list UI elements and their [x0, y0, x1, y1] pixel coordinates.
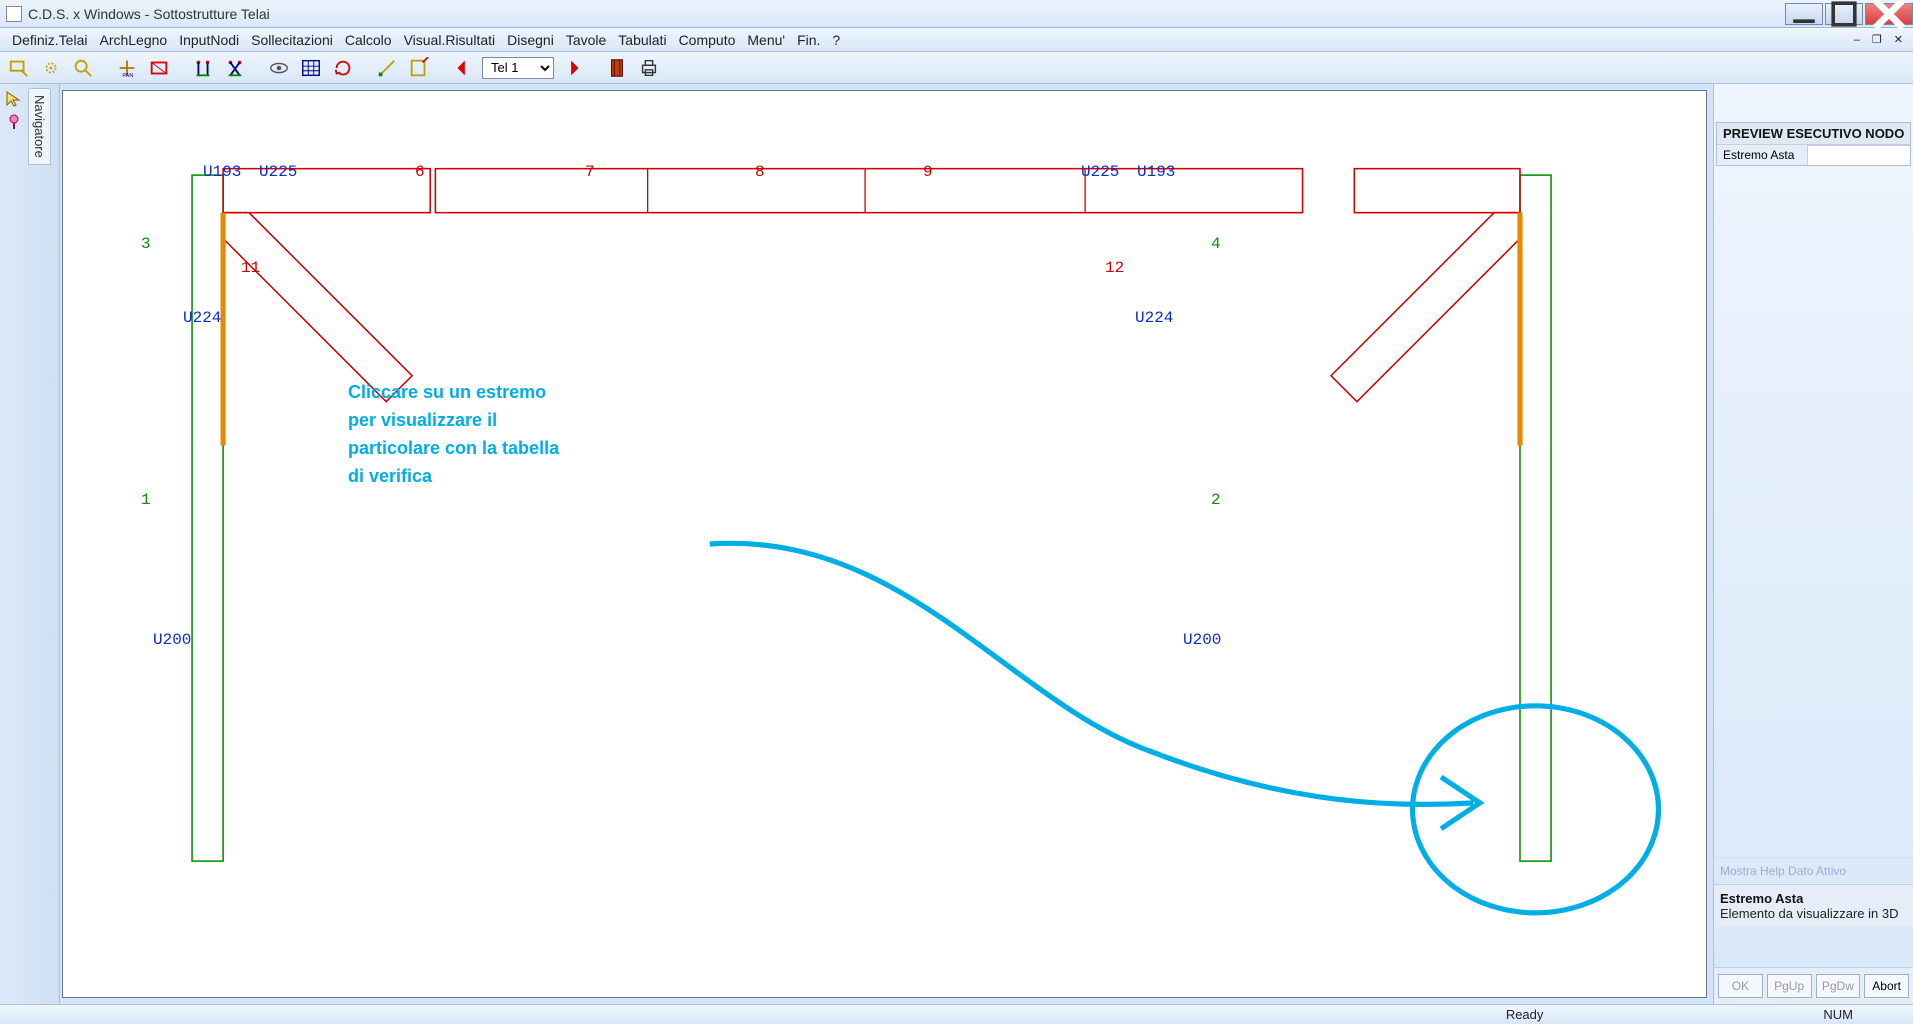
- u193-right: U193: [1137, 163, 1175, 181]
- titlebar: C.D.S. x Windows - Sottostrutture Telai: [0, 0, 1913, 28]
- menu-archlegno[interactable]: ArchLegno: [93, 30, 173, 50]
- zoom-extents-icon[interactable]: [38, 55, 64, 81]
- zoom-prev-icon[interactable]: [70, 55, 96, 81]
- annotation-text: Cliccare su un estremo per visualizzare …: [348, 379, 559, 491]
- window-title: C.D.S. x Windows - Sottostrutture Telai: [28, 6, 270, 22]
- beam-7: 7: [585, 163, 595, 181]
- menu-definiz-telai[interactable]: Definiz.Telai: [6, 30, 93, 50]
- u224-left: U224: [183, 309, 221, 327]
- member-icon[interactable]: [604, 55, 630, 81]
- frame-selector[interactable]: Tel 1: [482, 57, 554, 79]
- prev-arrow-icon[interactable]: [450, 55, 476, 81]
- right-panel: PREVIEW ESECUTIVO NODO Estremo Asta Most…: [1713, 84, 1913, 1004]
- eye-icon[interactable]: [266, 55, 292, 81]
- menu-sollecitazioni[interactable]: Sollecitazioni: [245, 30, 339, 50]
- u193-left: U193: [203, 163, 241, 181]
- u200-right: U200: [1183, 631, 1221, 649]
- annotation-svg: [63, 91, 1706, 997]
- app-icon: [6, 6, 22, 22]
- mdi-restore[interactable]: ❐: [1868, 32, 1886, 47]
- abort-button[interactable]: Abort: [1864, 974, 1909, 998]
- maximize-button[interactable]: [1825, 3, 1863, 25]
- menu-inputnodi[interactable]: InputNodi: [173, 30, 245, 50]
- edit2-icon[interactable]: [406, 55, 432, 81]
- u225-right: U225: [1081, 163, 1119, 181]
- menu-tavole[interactable]: Tavole: [560, 30, 612, 50]
- node-4: 4: [1211, 235, 1221, 253]
- mdi-minimize[interactable]: –: [1850, 33, 1864, 47]
- struct1-icon[interactable]: [190, 55, 216, 81]
- menubar: Definiz.Telai ArchLegno InputNodi Sollec…: [0, 28, 1913, 52]
- menu-fin[interactable]: Fin.: [791, 30, 826, 50]
- help-ghost: Mostra Help Dato Attivo: [1714, 857, 1913, 884]
- svg-text:PAN: PAN: [122, 73, 133, 79]
- info-desc: Elemento da visualizzare in 3D: [1720, 906, 1907, 921]
- struct2-icon[interactable]: [222, 55, 248, 81]
- info-title: Estremo Asta: [1720, 891, 1907, 906]
- left-strip: Navigatore: [0, 84, 60, 1004]
- info-box: Estremo Asta Elemento da visualizzare in…: [1714, 884, 1913, 927]
- frame-icon[interactable]: [146, 55, 172, 81]
- cursor-icon[interactable]: [4, 90, 24, 108]
- menu-computo[interactable]: Computo: [673, 30, 742, 50]
- minimize-button[interactable]: [1785, 3, 1823, 25]
- edit1-icon[interactable]: [374, 55, 400, 81]
- close-button[interactable]: [1865, 3, 1913, 25]
- node-1: 1: [141, 491, 151, 509]
- field-label: Estremo Asta: [1717, 145, 1807, 165]
- status-ready: Ready: [1466, 1007, 1584, 1022]
- u224-right: U224: [1135, 309, 1173, 327]
- brace-12: 12: [1105, 259, 1124, 277]
- preview-title: PREVIEW ESECUTIVO NODO: [1717, 123, 1910, 145]
- refresh-icon[interactable]: [330, 55, 356, 81]
- menu-tabulati[interactable]: Tabulati: [612, 30, 672, 50]
- field-value[interactable]: [1807, 145, 1910, 165]
- preview-header: PREVIEW ESECUTIVO NODO Estremo Asta: [1716, 122, 1911, 166]
- u225-left: U225: [259, 163, 297, 181]
- beam-8: 8: [755, 163, 765, 181]
- beam-6: 6: [415, 163, 425, 181]
- pin-icon[interactable]: [4, 112, 24, 130]
- menu-calcolo[interactable]: Calcolo: [339, 30, 398, 50]
- menu-visual-risultati[interactable]: Visual.Risultati: [398, 30, 502, 50]
- brace-11: 11: [241, 259, 260, 277]
- pgup-button[interactable]: PgUp: [1767, 974, 1812, 998]
- beam-9: 9: [923, 163, 933, 181]
- print-icon[interactable]: [636, 55, 662, 81]
- u200-left: U200: [153, 631, 191, 649]
- node-3: 3: [141, 235, 151, 253]
- statusbar: Ready NUM: [0, 1004, 1913, 1024]
- status-num: NUM: [1783, 1007, 1893, 1022]
- table-icon[interactable]: [298, 55, 324, 81]
- next-arrow-icon[interactable]: [560, 55, 586, 81]
- menu-disegni[interactable]: Disegni: [501, 30, 560, 50]
- navigator-tab[interactable]: Navigatore: [28, 88, 51, 165]
- menu-help[interactable]: ?: [826, 30, 846, 50]
- ok-button[interactable]: OK: [1718, 974, 1763, 998]
- pgdw-button[interactable]: PgDw: [1816, 974, 1861, 998]
- drawing-canvas[interactable]: 3 4 1 2 6 7 8 9 11 12 U193 U225 U225 U19…: [62, 90, 1707, 998]
- pan-icon[interactable]: PAN: [114, 55, 140, 81]
- menu-menu[interactable]: Menu': [741, 30, 791, 50]
- toolbar: PAN Tel 1: [0, 52, 1913, 84]
- mdi-close[interactable]: ✕: [1890, 32, 1907, 47]
- node-2: 2: [1211, 491, 1221, 509]
- zoom-window-icon[interactable]: [6, 55, 32, 81]
